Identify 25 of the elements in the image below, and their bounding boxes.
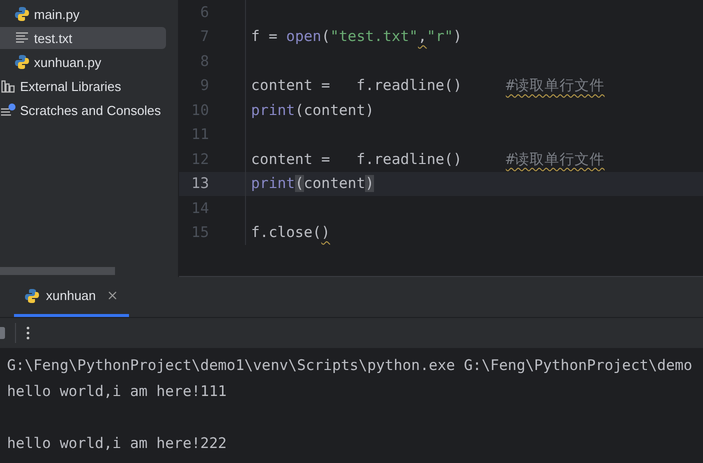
python-file-icon xyxy=(14,6,30,22)
more-icon[interactable] xyxy=(26,326,30,340)
scratches-icon xyxy=(0,102,16,118)
console-line: G:\Feng\PythonProject\demo1\venv\Scripts\python.exe G:\Feng\PythonProject\demo xyxy=(7,356,694,376)
scrollbar[interactable] xyxy=(0,267,115,275)
code-line: print(content) xyxy=(251,102,374,119)
code-line: content = f.readline() #读取单行文件 xyxy=(251,76,605,96)
python-file-icon xyxy=(24,288,40,304)
code-line: f.close() xyxy=(251,224,330,242)
close-icon[interactable] xyxy=(108,291,117,300)
code-line: content = f.readline() #读取单行文件 xyxy=(251,150,605,169)
tree-item[interactable]: xunhuan.py xyxy=(0,51,166,73)
run-tab[interactable]: xunhuan xyxy=(14,277,129,317)
line-number: 13 xyxy=(179,172,246,196)
code-line: print(content) xyxy=(251,175,374,192)
tree-item[interactable]: External Libraries xyxy=(0,75,166,97)
console-line: hello world,i am here!222 xyxy=(7,434,228,454)
python-file-icon xyxy=(14,54,30,70)
console-line: hello world,i am here!111 xyxy=(7,382,228,402)
tree-item[interactable]: test.txt xyxy=(0,27,166,49)
tree-item[interactable]: main.py xyxy=(0,3,166,25)
tab-label: xunhuan xyxy=(46,288,96,303)
library-icon xyxy=(0,78,16,94)
tree-item[interactable]: Scratches and Consoles xyxy=(0,99,166,121)
code-line: f = open("test.txt","r") xyxy=(251,28,462,46)
